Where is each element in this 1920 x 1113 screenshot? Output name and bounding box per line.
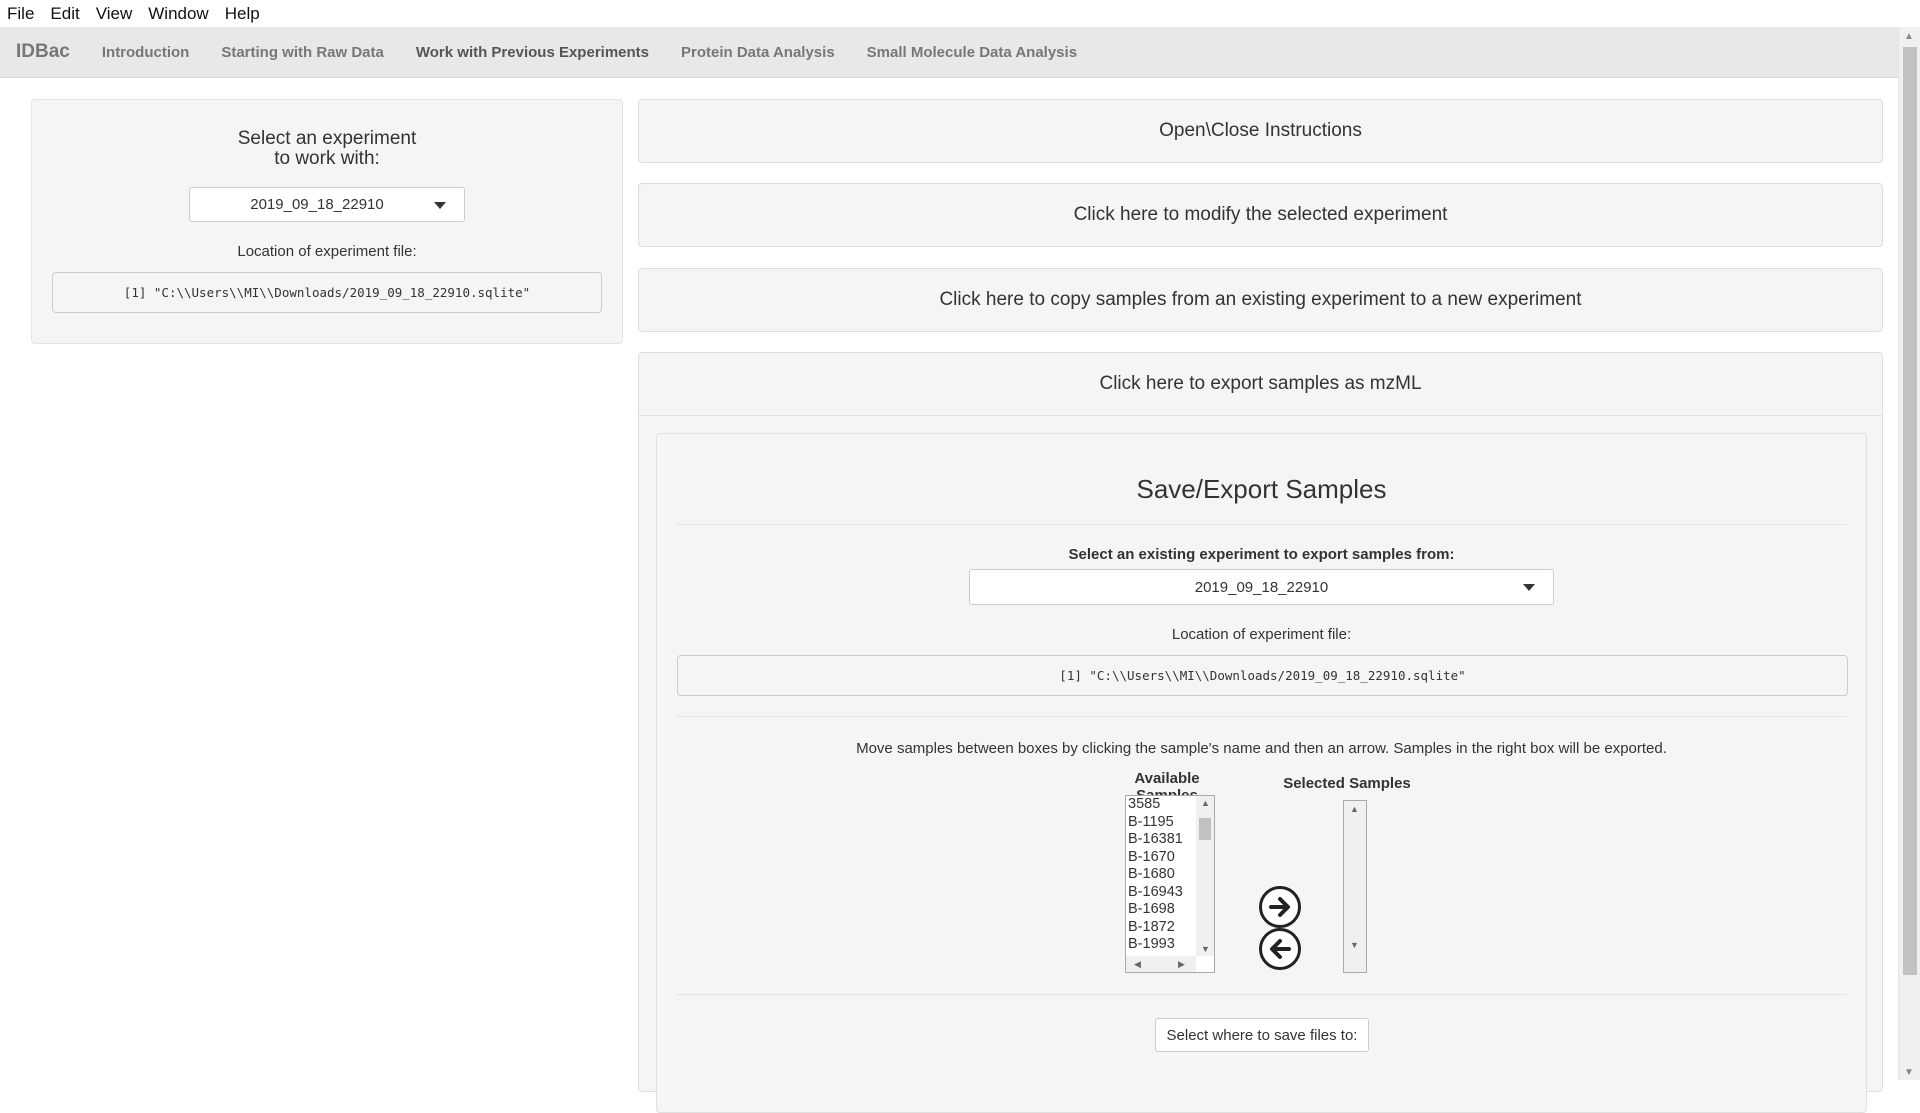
arrow-right-circle-icon: [1269, 897, 1290, 917]
menu-file[interactable]: File: [7, 4, 34, 24]
panel-title: Select an experiment to work with:: [32, 129, 622, 169]
list-scrollbar[interactable]: ▲ ▼: [1196, 796, 1214, 956]
menu-window[interactable]: Window: [148, 4, 208, 24]
menu-view[interactable]: View: [96, 4, 133, 24]
menu-help[interactable]: Help: [225, 4, 260, 24]
copy-samples-toggle[interactable]: Click here to copy samples from an exist…: [638, 268, 1883, 332]
list-item[interactable]: B-1195: [1128, 814, 1183, 832]
list-hscrollbar[interactable]: ◀ ▶: [1126, 956, 1196, 972]
location-label: Location of experiment file:: [237, 243, 417, 260]
scroll-down-icon[interactable]: ▼: [1904, 1067, 1914, 1078]
list-item[interactable]: B-1680: [1128, 866, 1183, 884]
scroll-up-icon[interactable]: ▲: [1350, 804, 1359, 814]
save-location-button[interactable]: Select where to save files to:: [1155, 1018, 1369, 1052]
modify-experiment-toggle[interactable]: Click here to modify the selected experi…: [638, 183, 1883, 247]
chevron-down-icon: [1523, 584, 1535, 591]
scroll-left-icon[interactable]: ◀: [1134, 959, 1141, 970]
experiment-dropdown[interactable]: 2019_09_18_22910: [189, 187, 465, 222]
available-samples-items: 3585 B-1195 B-16381 B-1670 B-1680 B-1694…: [1128, 796, 1183, 954]
remove-sample-button[interactable]: [1259, 928, 1301, 970]
instructions-toggle[interactable]: Open\Close Instructions: [638, 99, 1883, 163]
scroll-down-icon[interactable]: ▼: [1201, 944, 1210, 954]
scrollbar-thumb[interactable]: [1903, 47, 1917, 975]
list-scrollbar[interactable]: ▲ ▼: [1344, 801, 1366, 972]
scroll-up-icon[interactable]: ▲: [1201, 798, 1210, 808]
experiment-select-panel: Select an experiment to work with: 2019_…: [31, 99, 623, 344]
arrow-left-circle-icon: [1270, 939, 1291, 959]
export-location-label: Location of experiment file:: [1171, 626, 1352, 643]
list-item[interactable]: B-1698: [1128, 901, 1183, 919]
list-item[interactable]: B-1670: [1128, 849, 1183, 867]
divider: [677, 716, 1847, 717]
export-select-label: Select an existing experiment to export …: [1068, 546, 1455, 563]
export-mzml-toggle[interactable]: Click here to export samples as mzML: [639, 353, 1882, 416]
page-scrollbar[interactable]: ▲ ▼: [1898, 27, 1920, 1080]
export-location-value: [1] "C:\\Users\\MI\\Downloads/2019_09_18…: [677, 655, 1848, 696]
app-brand[interactable]: IDBac: [16, 41, 70, 63]
list-item[interactable]: B-1872: [1128, 919, 1183, 937]
save-export-panel: Save/Export Samples Select an existing e…: [656, 433, 1867, 1113]
export-experiment-dropdown[interactable]: 2019_09_18_22910: [969, 569, 1554, 605]
chevron-down-icon: [434, 201, 446, 209]
location-value: [1] "C:\\Users\\MI\\Downloads/2019_09_18…: [52, 272, 602, 313]
scroll-right-icon[interactable]: ▶: [1178, 959, 1185, 970]
scroll-down-icon[interactable]: ▼: [1350, 940, 1359, 950]
list-item[interactable]: B-16943: [1128, 884, 1183, 902]
nav-small-molecule-analysis[interactable]: Small Molecule Data Analysis: [867, 44, 1077, 61]
panel-title-line1: Select an experiment: [237, 128, 417, 149]
list-scrollbar-thumb[interactable]: [1199, 818, 1211, 840]
list-item[interactable]: B-1993: [1128, 936, 1183, 954]
selected-samples-label: Selected Samples: [1283, 775, 1411, 792]
nav-previous-experiments[interactable]: Work with Previous Experiments: [416, 44, 649, 61]
divider: [677, 994, 1847, 995]
add-sample-button[interactable]: [1259, 886, 1301, 928]
menu-edit[interactable]: Edit: [50, 4, 79, 24]
divider: [677, 524, 1847, 525]
dropdown-value: 2019_09_18_22910: [250, 196, 384, 213]
move-samples-instructions: Move samples between boxes by clicking t…: [856, 740, 1667, 757]
nav-introduction[interactable]: Introduction: [102, 44, 189, 61]
list-item[interactable]: 3585: [1128, 796, 1183, 814]
save-export-title: Save/Export Samples: [1136, 474, 1387, 504]
export-mzml-panel: Click here to export samples as mzML Sav…: [638, 352, 1883, 1113]
scroll-up-icon[interactable]: ▲: [1904, 31, 1914, 42]
nav-protein-analysis[interactable]: Protein Data Analysis: [681, 44, 835, 61]
list-item[interactable]: B-16381: [1128, 831, 1183, 849]
nav-starting-raw-data[interactable]: Starting with Raw Data: [221, 44, 384, 61]
dropdown-value: 2019_09_18_22910: [1194, 578, 1329, 596]
panel-title-line2: to work with:: [274, 148, 380, 169]
selected-samples-list[interactable]: ▲ ▼: [1343, 800, 1367, 973]
window-menu-bar: File Edit View Window Help: [0, 0, 1920, 27]
available-samples-list[interactable]: 3585 B-1195 B-16381 B-1670 B-1680 B-1694…: [1125, 795, 1215, 973]
app-navbar: IDBac Introduction Starting with Raw Dat…: [0, 27, 1898, 78]
